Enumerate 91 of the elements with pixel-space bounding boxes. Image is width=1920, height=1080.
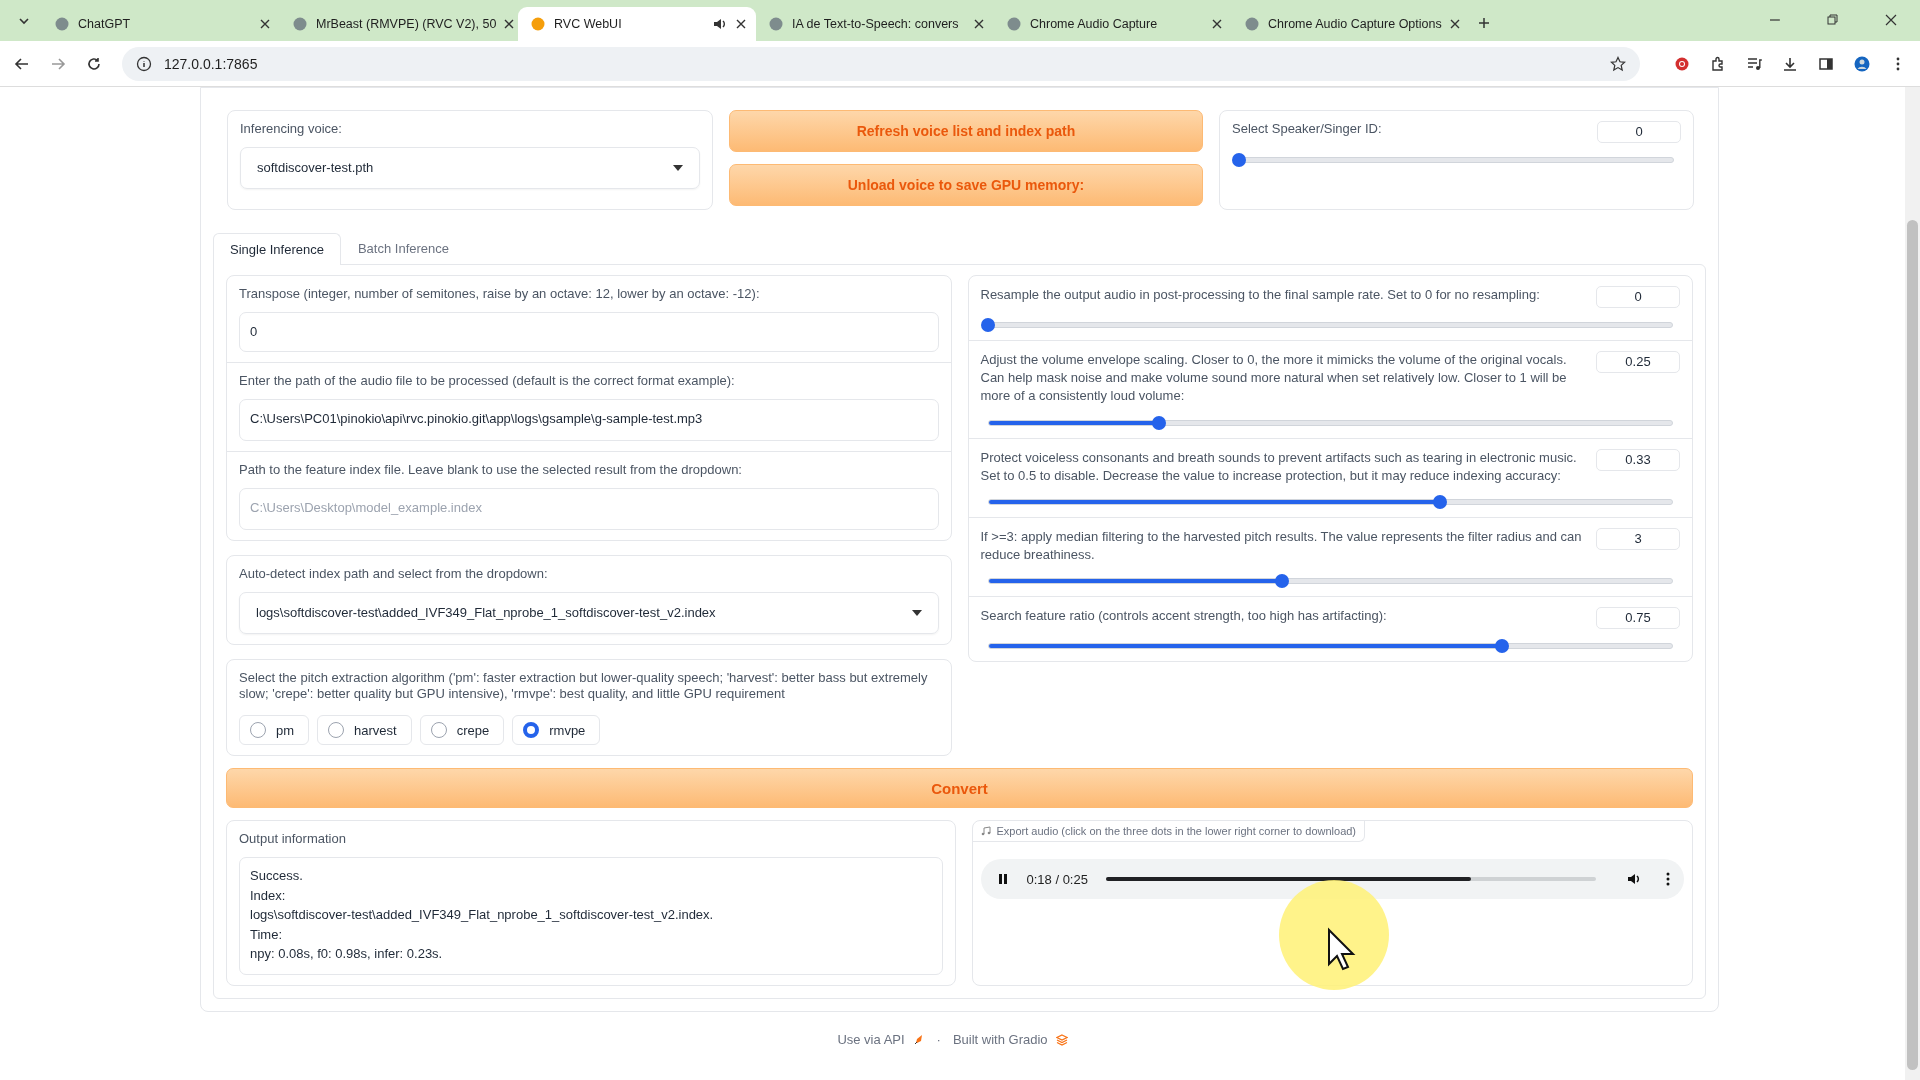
close-icon: [260, 19, 270, 29]
browser-tab[interactable]: MrBeast (RMVPE) (RVC V2), 50: [280, 7, 518, 41]
music-note-icon: [980, 826, 991, 837]
slider-label: Search feature ratio (controls accent strength, too high has artifacting):: [980, 607, 1387, 626]
field-label: Auto-detect index path and select from the dropdown:: [239, 565, 549, 583]
reload-icon[interactable]: [86, 55, 102, 72]
number-field[interactable]: 0: [1596, 286, 1680, 308]
api-link[interactable]: Use via API: [837, 1032, 905, 1048]
slider-label: Protect voiceless consonants and breath sounds to prevent artifacts such as tearing in electronic music. Set to 0.5 to disable. Decrease the value to increase protection, but it may reduce indexing accuracy:: [980, 448, 1578, 485]
output-textbox[interactable]: Success. Index: logs\softdiscover-test\added_IVF349_Flat_nprobe_1_softdiscover-test_v2.index. Time: npy: 0.08s, f0: 0.98s, infer: 0.23s.: [239, 857, 943, 976]
radio-option[interactable]: harvest: [317, 715, 412, 746]
slider-thumb[interactable]: [1432, 494, 1447, 509]
slider-thumb[interactable]: [1494, 639, 1509, 654]
slider-thumb[interactable]: [980, 318, 995, 332]
favicon-icon: [1244, 16, 1260, 32]
field-label: Path to the feature index file. Leave blank to use the selected result from the dropdown:: [239, 461, 743, 479]
radio-icon[interactable]: [328, 722, 345, 739]
close-icon: [504, 19, 515, 29]
rocket-icon: [912, 1033, 925, 1046]
restore-icon[interactable]: [1827, 14, 1839, 26]
slider-thumb[interactable]: [1275, 574, 1290, 589]
slider-thumb[interactable]: [1151, 415, 1166, 430]
close-icon[interactable]: [1885, 14, 1897, 26]
browser-tab[interactable]: IA de Text-to-Speech: convers: [756, 7, 994, 41]
radio-icon[interactable]: [523, 722, 540, 739]
field-label: Output information: [239, 831, 347, 849]
field-label: Select Speaker/Singer ID:: [1232, 121, 1382, 138]
scrollbar[interactable]: [1905, 87, 1920, 1080]
field-label: Inferencing voice:: [240, 121, 343, 138]
close-icon: [1450, 19, 1460, 29]
media-control-icon[interactable]: [1746, 55, 1762, 72]
back-icon[interactable]: [14, 55, 30, 72]
audio-label: Export audio (click on the three dots in the lower right corner to download): [996, 825, 1357, 838]
field-label: Enter the path of the audio file to be processed (default is the correct format example):: [239, 372, 736, 390]
transpose-field[interactable]: 0: [239, 311, 939, 352]
progress-track[interactable]: [1105, 877, 1596, 882]
favicon-icon: [54, 16, 70, 32]
close-icon: [974, 19, 984, 29]
speaker-icon: [712, 16, 728, 32]
scrollbar-thumb[interactable]: [1907, 220, 1918, 1070]
info-icon[interactable]: [136, 55, 152, 72]
more-options-icon[interactable]: [1666, 871, 1670, 888]
radio-option[interactable]: rmvpe: [512, 715, 601, 746]
bookmark-star-icon[interactable]: [1610, 55, 1626, 72]
caret-icon: [911, 609, 922, 616]
favicon-icon: [530, 16, 546, 32]
browser-tab[interactable]: Chrome Audio Capture: [994, 7, 1232, 41]
favicon-icon: [292, 16, 308, 32]
number-field[interactable]: 3: [1596, 527, 1680, 550]
logo-icon: [1055, 1033, 1068, 1046]
tab[interactable]: Batch Inference: [340, 232, 466, 264]
caret-icon: [673, 164, 683, 171]
profile-avatar-icon[interactable]: [1854, 55, 1870, 72]
record-icon[interactable]: [1674, 55, 1690, 72]
number-field[interactable]: 0.25: [1596, 351, 1680, 373]
close-icon: [736, 19, 746, 29]
browser-tab[interactable]: ChatGPT: [42, 7, 280, 41]
radio-option[interactable]: crepe: [419, 715, 505, 746]
favicon-icon: [768, 16, 784, 32]
plus-icon: [1478, 17, 1490, 29]
extensions-icon[interactable]: [1710, 55, 1726, 72]
pause-icon[interactable]: [996, 873, 1009, 886]
tab[interactable]: Single Inference: [213, 233, 341, 265]
browser-tab[interactable]: RVC WebUI: [518, 7, 756, 41]
number-field[interactable]: 0: [1597, 121, 1681, 143]
radio-icon[interactable]: [430, 722, 447, 739]
slider-label: Adjust the volume envelope scaling. Closer to 0, the more it mimicks the volume of the original vocals. Can help mask noise and make volume sound more natural when set relatively low. Closer to 1 will be more of a consistently loud volume:: [980, 351, 1568, 406]
number-field[interactable]: 0.33: [1596, 448, 1680, 471]
index-dropdown[interactable]: logs\softdiscover-test\added_IVF349_Flat_nprobe_1_softdiscover-test_v2.index: [239, 591, 939, 634]
gradio-link[interactable]: Built with Gradio: [952, 1032, 1048, 1048]
side-panel-icon[interactable]: [1818, 55, 1834, 72]
address-bar[interactable]: 127.0.0.1:7865: [122, 46, 1640, 81]
close-icon: [1212, 19, 1222, 29]
slider-label: Resample the output audio in post-processing to the final sample rate. Set to 0 for no resampling:: [980, 286, 1540, 304]
favicon-icon: [1006, 16, 1022, 32]
slider-thumb[interactable]: [1232, 153, 1246, 167]
chevron-down-icon[interactable]: [18, 15, 30, 27]
separator-dot: ·: [936, 1032, 941, 1048]
slider-label: If >=3: apply median filtering to the harvested pitch results. The value represents the filter radius and can reduce breathiness.: [980, 527, 1583, 565]
field-label: Select the pitch extraction algorithm ('pm': faster extraction but lower-quality speech; 'harvest': better bass but extremely slow; 'crepe': better quality but GPU intensive), 'rmvpe': best quality, and little GPU requirement: [239, 669, 929, 704]
field-label: Transpose (integer, number of semitones, raise by an octave: 12, lower by an octave: -12):: [239, 286, 761, 303]
download-icon[interactable]: [1782, 55, 1798, 72]
forward-icon[interactable]: [50, 55, 66, 72]
number-field[interactable]: 0.75: [1596, 607, 1680, 630]
voice-dropdown[interactable]: softdiscover-test.pth: [240, 146, 700, 189]
url-text: 127.0.0.1:7865: [164, 55, 259, 72]
browser-tab[interactable]: Chrome Audio Capture Options: [1232, 7, 1470, 41]
audio-path-field[interactable]: C:\Users\PC01\pinokio\api\rvc.pinokio.git\app\logs\gsample\g-sample-test.mp3: [239, 398, 939, 441]
playback-time: 0:18 / 0:25: [1026, 871, 1088, 887]
radio-option[interactable]: pm: [239, 715, 310, 746]
radio-icon[interactable]: [250, 722, 266, 739]
